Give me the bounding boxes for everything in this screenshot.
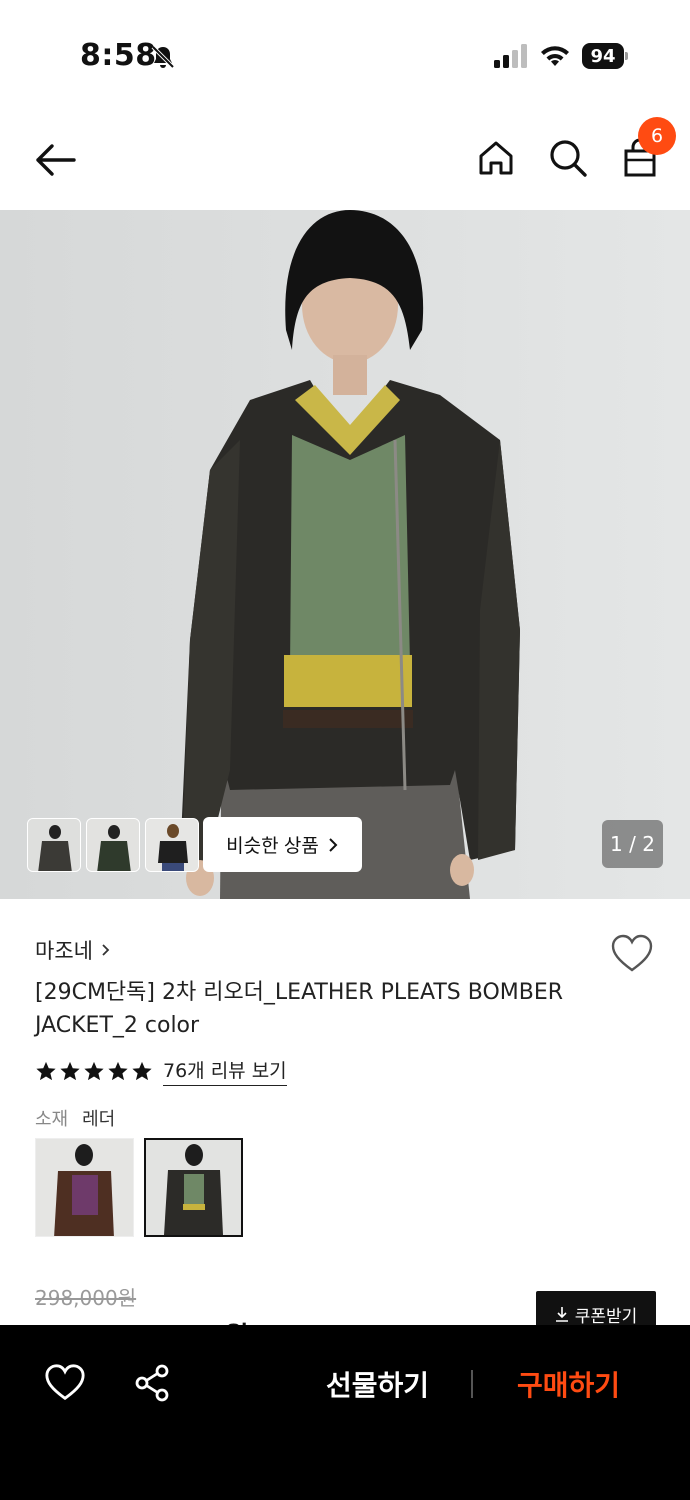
wifi-icon: [541, 46, 569, 66]
download-icon: [555, 1307, 568, 1322]
star-icon: [108, 1061, 128, 1081]
reviews-link[interactable]: 76개 리뷰 보기: [163, 1056, 287, 1086]
material-value: 레더: [82, 1109, 116, 1130]
star-icon: [84, 1061, 104, 1081]
gift-button[interactable]: 선물하기: [305, 1359, 450, 1409]
wishlist-button[interactable]: [610, 934, 654, 974]
similar-products-button[interactable]: 비슷한 상품: [203, 817, 362, 872]
original-price: 298,000원: [35, 1286, 137, 1310]
top-nav: [0, 110, 690, 210]
buy-button[interactable]: 구매하기: [496, 1359, 641, 1409]
color-option-black[interactable]: [144, 1138, 243, 1237]
star-icon: [36, 1061, 56, 1081]
material-label: 소재: [35, 1109, 69, 1130]
battery-level: 94: [582, 43, 624, 69]
home-icon: [479, 141, 513, 175]
star-icon: [60, 1061, 80, 1081]
image-page-indicator: 1 / 2: [602, 820, 663, 868]
divider: [471, 1370, 473, 1398]
star-rating: [35, 1060, 153, 1082]
product-image[interactable]: [0, 210, 690, 899]
share-icon: [135, 1364, 169, 1402]
chevron-right-icon: [329, 837, 338, 852]
thumbnail-1[interactable]: [27, 818, 81, 872]
brand-link[interactable]: 마조네: [35, 935, 111, 965]
back-button[interactable]: [30, 138, 80, 182]
brand-name: 마조네: [35, 939, 93, 963]
back-arrow-icon: [36, 144, 76, 176]
status-bar: 8:58 94: [0, 0, 690, 110]
star-icon: [132, 1061, 152, 1081]
status-time: 8:58: [80, 38, 157, 73]
coupon-label: 쿠폰받기: [574, 1306, 638, 1326]
heart-icon: [611, 934, 653, 972]
rating-row: 76개 리뷰 보기: [35, 1056, 287, 1086]
heart-icon: [45, 1364, 85, 1401]
bell-slash-icon: [151, 45, 175, 69]
cart-count-badge: 6: [638, 117, 676, 155]
bottom-action-bar: 선물하기 구매하기: [0, 1325, 690, 1500]
thumbnail-2[interactable]: [86, 818, 140, 872]
color-option-brown[interactable]: [35, 1138, 134, 1237]
bottom-wishlist-button[interactable]: [44, 1363, 86, 1403]
search-button[interactable]: [546, 136, 590, 180]
product-photo: [0, 210, 690, 899]
chevron-right-icon: [102, 944, 110, 956]
thumbnail-3[interactable]: [145, 818, 199, 872]
signal-icon: [494, 44, 527, 68]
battery-icon: 94: [582, 43, 628, 69]
similar-products-label: 비슷한 상품: [226, 836, 319, 857]
search-icon: [550, 140, 587, 177]
material-row: 소재 레더: [35, 1105, 115, 1131]
product-title: [29CM단독] 2차 리오더_LEATHER PLEATS BOMBER JA…: [35, 980, 564, 1038]
home-button[interactable]: [474, 136, 518, 180]
share-button[interactable]: [133, 1363, 173, 1403]
